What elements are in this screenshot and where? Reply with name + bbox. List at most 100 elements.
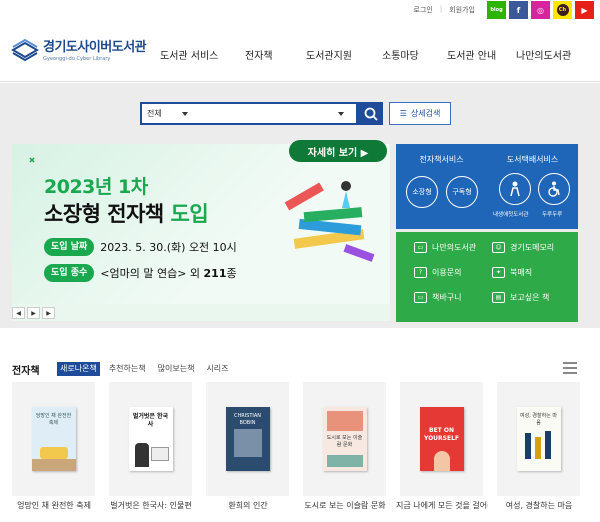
gyeonggi-memory-link[interactable]: ☺ 경기도메모리 — [492, 242, 554, 253]
top-utility-bar: 로그인 | 회원가입 blog f ◎ Ch ▶ — [0, 0, 600, 22]
my-library-label: 나만의도서관 — [432, 243, 477, 252]
kakao-channel-label: Ch — [556, 4, 569, 16]
wand-icon: ✦ — [492, 267, 505, 278]
main-nav: 도서관 서비스 전자책 도서관지원 소통마당 도서관 안내 나만의도서관 — [0, 47, 600, 62]
sparkle-icon — [29, 157, 35, 163]
book-title[interactable]: 도시로 보는 이슬람 문화 — [299, 500, 391, 511]
book-cover-text: 벌거벗은 한국사 — [132, 413, 169, 428]
delivery-service-title: 도서택배서비스 — [506, 155, 559, 164]
banner-headline-2a: 소장형 전자책 — [44, 202, 171, 226]
book-cover-text: CHRISTIAN BOBIN — [233, 413, 262, 426]
book-cover: 도시로 보는 이슬람 문화 — [322, 407, 367, 471]
banner-kind-tag: 도입 종수 — [44, 264, 95, 282]
banner-kind-a: <엄마의 말 연습> 외 — [100, 267, 204, 280]
login-link[interactable]: 로그인 — [414, 5, 433, 15]
nav-library-service[interactable]: 도서관 서비스 — [160, 47, 218, 62]
book-cover: 벌거벗은 한국사 — [128, 407, 173, 471]
book-cover-text: 도시로 보는 이슬람 문화 — [326, 435, 363, 448]
wheelchair-icon — [548, 181, 560, 197]
divider: | — [439, 5, 443, 13]
gyeonggi-memory-label: 경기도메모리 — [510, 243, 555, 252]
computer-icon: ▭ — [414, 242, 427, 253]
nav-community[interactable]: 소통마당 — [382, 47, 419, 62]
ebook-section-title: 전자책 — [12, 366, 40, 377]
service-panel-green: ▭ 나만의도서관 ☺ 경기도메모리 ? 이용문의 ✦ 북매직 ▭ 책바구니 ▤ 보고싶은 책 — [396, 232, 578, 322]
banner-date-value: 2023. 5. 30.(화) 오전 10시 — [100, 241, 237, 254]
chevron-down-icon — [182, 112, 188, 116]
banner-headline-2: 소장형 전자책 도입 — [44, 198, 209, 228]
tab-series[interactable]: 시리즈 — [203, 362, 231, 376]
book-stack-illustration-icon — [284, 181, 375, 262]
banner-more-button[interactable]: 자세히 보기 ▶ — [289, 140, 387, 162]
banner-controls: ◀ ▶ ▶ — [12, 307, 55, 319]
nav-my-library[interactable]: 나만의도서관 — [516, 47, 571, 62]
book-title[interactable]: 엉망인 채 완전한 축제 — [8, 500, 100, 511]
book-basket-link[interactable]: ▭ 책바구니 — [414, 292, 461, 303]
banner-date-tag: 도입 날짜 — [44, 238, 95, 256]
join-link[interactable]: 회원가입 — [449, 5, 475, 15]
book-cover-text: BET ON YOURSELF — [423, 427, 460, 442]
top-links: 로그인 | 회원가입 — [414, 5, 475, 15]
first-library-button[interactable] — [499, 173, 531, 205]
book-title[interactable]: 벌거벗은 한국사: 인물편 — [105, 500, 197, 511]
pause-icon[interactable]: ▶ — [27, 307, 40, 319]
book-card[interactable]: 엉망인 채 완전한 축제 — [12, 382, 95, 496]
book-title[interactable]: 지금 나에게 모든 것을 걸어라 — [396, 500, 488, 511]
book-title[interactable]: 환희의 인간 — [202, 500, 294, 511]
main-banner[interactable]: 2023년 1차 소장형 전자책 도입 도입 날짜 2023. 5. 30.(화… — [12, 144, 390, 321]
nav-ebook[interactable]: 전자책 — [245, 47, 273, 62]
my-library-link[interactable]: ▭ 나만의도서관 — [414, 242, 476, 253]
duru-duru-label: 두루두루 — [542, 212, 563, 218]
book-title[interactable]: 여성, 경찰하는 마음 — [493, 500, 585, 511]
tab-popular[interactable]: 많이보는책 — [155, 362, 198, 376]
search-icon — [364, 107, 378, 121]
next-icon[interactable]: ▶ — [42, 307, 55, 319]
facebook-icon[interactable]: f — [509, 1, 528, 19]
search-input[interactable]: 전체 — [140, 102, 358, 125]
book-card[interactable]: 벌거벗은 한국사 — [109, 382, 192, 496]
monitor-icon: ▭ — [414, 292, 427, 303]
more-menu-icon[interactable] — [563, 362, 577, 374]
subscription-ebook-button[interactable]: 구독형 — [446, 176, 478, 208]
book-card[interactable]: 도시로 보는 이슬람 문화 — [303, 382, 386, 496]
book-cover-text: 엉망인 채 완전한 축제 — [35, 413, 72, 426]
book-magic-link[interactable]: ✦ 북매직 — [492, 267, 532, 278]
book-cover-text: 여성, 경찰하는 마음 — [520, 413, 557, 426]
page: 로그인 | 회원가입 blog f ◎ Ch ▶ 경기도사이버도서관 Gyeon — [0, 0, 600, 522]
banner-headline-2b: 도입 — [170, 202, 209, 226]
youtube-icon[interactable]: ▶ — [575, 1, 594, 19]
advanced-search-button[interactable]: ☰ 상세검색 — [389, 102, 451, 125]
banner-headline-1: 2023년 1차 — [44, 176, 148, 198]
banner-kind-c: 종 — [226, 267, 237, 280]
nav-library-support[interactable]: 도서관지원 — [306, 47, 352, 62]
banner-date-row: 도입 날짜 2023. 5. 30.(화) 오전 10시 — [44, 238, 237, 256]
instagram-icon[interactable]: ◎ — [531, 1, 550, 19]
nav-library-info[interactable]: 도서관 안내 — [447, 47, 496, 62]
ebook-service-title: 전자책서비스 — [419, 155, 464, 164]
chat-icon: ? — [414, 267, 427, 278]
book-card[interactable]: CHRISTIAN BOBIN — [206, 382, 289, 496]
book-basket-label: 책바구니 — [432, 293, 462, 302]
search-button[interactable] — [358, 102, 383, 125]
social-links: blog f ◎ Ch ▶ — [487, 1, 594, 19]
tab-recommended[interactable]: 추천하는책 — [106, 362, 149, 376]
book-cover: 엉망인 채 완전한 축제 — [31, 407, 76, 471]
people-icon: ☺ — [492, 242, 505, 253]
first-library-label: 내생애첫도서관 — [493, 212, 529, 218]
book-cover: BET ON YOURSELF — [419, 407, 464, 471]
kakao-channel-icon[interactable]: Ch — [553, 1, 572, 19]
search-scope-select[interactable]: 전체 — [147, 108, 162, 119]
inquiry-link[interactable]: ? 이용문의 — [414, 267, 461, 278]
blog-icon[interactable]: blog — [487, 1, 506, 19]
prev-icon[interactable]: ◀ — [12, 307, 25, 319]
wish-book-link[interactable]: ▤ 보고싶은 책 — [492, 292, 549, 303]
book-card[interactable]: 여성, 경찰하는 마음 — [497, 382, 580, 496]
owned-ebook-button[interactable]: 소장형 — [406, 176, 438, 208]
person-icon — [510, 181, 520, 197]
book-card[interactable]: BET ON YOURSELF — [400, 382, 483, 496]
duru-duru-button[interactable] — [538, 173, 570, 205]
site-header: 경기도사이버도서관 Gyeonggi-do Cyber Library 도서관 … — [0, 22, 600, 82]
list-icon: ☰ — [399, 109, 407, 118]
banner-kind-row: 도입 종수 <엄마의 말 연습> 외 211종 — [44, 264, 237, 282]
tab-new-books[interactable]: 새로나온책 — [57, 362, 100, 376]
